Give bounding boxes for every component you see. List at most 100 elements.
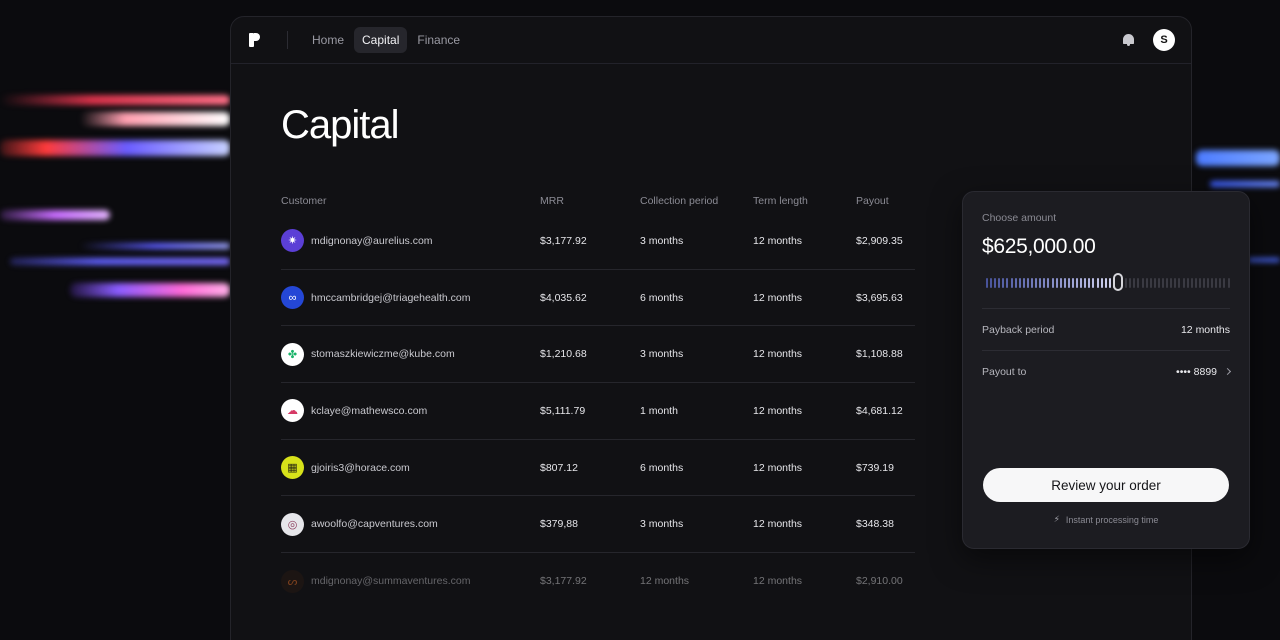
nav-item-capital[interactable]: Capital [354,27,408,53]
table-row[interactable]: ▦ gjoiris3@horace.com $807.12 6 months 1… [281,440,915,497]
slider-tick [994,278,997,288]
slider-tick [1170,278,1173,288]
customer-cell: ▦ gjoiris3@horace.com [281,456,540,480]
customer-cell: ∞ hmccambridgej@triagehealth.com [281,286,540,310]
light-streak [0,140,230,156]
top-navbar: Home Capital Finance S [231,17,1191,64]
slider-tick [1129,278,1132,288]
slider-tick [1153,278,1156,288]
slider-tick [1014,278,1017,288]
slider-tick [1108,278,1111,288]
chevron-right-icon[interactable] [1223,367,1232,376]
payback-period-value: 12 months [1180,323,1230,336]
amount-panel: Choose amount $625,000.00 Payback period… [962,191,1250,549]
customer-email: mdignonay@summaventures.com [311,575,471,588]
nav-item-finance[interactable]: Finance [409,27,468,53]
table-row[interactable]: ᔕ mdignonay@summaventures.com $3,177.92 … [281,553,915,610]
mrr-cell: $379,88 [540,518,578,531]
slider-tick [1182,278,1185,288]
customer-cell: ☁ kclaye@mathewsco.com [281,399,540,423]
table-row[interactable]: ◎ awoolfo@capventures.com $379,88 3 mont… [281,496,915,554]
table-body: ✷ mdignonay@aurelius.com $3,177.92 3 mon… [281,213,915,610]
slider-tick [1219,278,1222,288]
customer-email: mdignonay@aurelius.com [311,234,433,247]
payout-to-label: Payout to [982,365,1027,378]
slider-tick [1043,278,1046,288]
slider-track[interactable] [986,278,1230,288]
payout-cell: $3,695.63 [856,291,903,304]
customer-cell: ✤ stomaszkiewiczme@kube.com [281,342,540,366]
payback-period-row: Payback period 12 months [982,309,1230,350]
term-length-cell: 12 months [753,234,803,247]
slider-tick [990,278,993,288]
table-row[interactable]: ✤ stomaszkiewiczme@kube.com $1,210.68 3 … [281,326,915,384]
clover-icon: ✤ [281,342,304,366]
slider-tick [1133,278,1136,288]
avatar[interactable]: S [1153,29,1175,51]
table-row[interactable]: ✷ mdignonay@aurelius.com $3,177.92 3 mon… [281,213,915,270]
slider-tick [1006,278,1009,288]
payback-period-label: Payback period [982,323,1055,336]
light-streak [80,243,230,249]
light-streak [80,112,230,126]
slider-tick [1047,278,1050,288]
choose-amount-label: Choose amount [982,212,1057,224]
slider-tick [1080,278,1083,288]
light-streak [0,210,110,220]
slider-thumb[interactable] [1112,273,1123,291]
customer-email: awoolfo@capventures.com [311,518,438,531]
payout-to-row[interactable]: Payout to •••• 8899 [982,351,1232,392]
slider-tick [1174,278,1177,288]
page-title: Capital [281,103,400,147]
slider-tick [1084,278,1087,288]
nav-item-home[interactable]: Home [304,27,352,53]
bell-icon[interactable] [1122,33,1135,47]
amount-value: $625,000.00 [982,235,1096,258]
table-header: Customer MRR Collection period Term leng… [281,189,915,213]
slider-tick [1055,278,1058,288]
slider-tick [1063,278,1066,288]
column-header-collection-period: Collection period [640,195,719,207]
slider-tick [1178,278,1181,288]
slider-tick [1035,278,1038,288]
column-header-payout: Payout [856,195,889,207]
table-row[interactable]: ∞ hmccambridgej@triagehealth.com $4,035.… [281,270,915,327]
instant-processing-text: Instant processing time [1065,514,1159,525]
slider-tick [998,278,1001,288]
mrr-cell: $3,177.92 [540,575,587,588]
slider-tick [1018,278,1021,288]
term-length-cell: 12 months [753,461,803,474]
slider-tick [1125,278,1128,288]
amount-slider[interactable] [982,273,1230,293]
slider-tick [1010,278,1013,288]
mrr-cell: $1,210.68 [540,348,587,361]
slider-tick [1149,278,1152,288]
customer-email: stomaszkiewiczme@kube.com [311,348,455,361]
brand-logo-icon[interactable] [249,32,263,48]
light-streak [1210,181,1280,187]
slider-tick [1002,278,1005,288]
light-streak [1248,258,1280,262]
slider-tick [1039,278,1042,288]
column-header-customer: Customer [281,195,327,207]
slider-tick [1100,278,1103,288]
customer-cell: ✷ mdignonay@aurelius.com [281,229,540,253]
grid-icon: ▦ [281,456,304,480]
spiral-icon: ◎ [281,512,304,536]
light-streak [70,283,230,297]
payout-cell: $4,681.12 [856,404,903,417]
term-length-cell: 12 months [753,348,803,361]
slider-tick [1104,278,1107,288]
customer-table: Customer MRR Collection period Term leng… [281,189,915,610]
slider-tick [1022,278,1025,288]
flame-icon: ᔕ [281,569,304,593]
slider-tick [1059,278,1062,288]
collection-period-cell: 6 months [640,291,684,304]
slider-tick [1215,278,1218,288]
slider-tick [1166,278,1169,288]
collection-period-cell: 3 months [640,234,684,247]
review-order-button[interactable]: Review your order [983,468,1229,502]
customer-cell: ◎ awoolfo@capventures.com [281,512,540,536]
customer-email: gjoiris3@horace.com [311,461,410,474]
table-row[interactable]: ☁ kclaye@mathewsco.com $5,111.79 1 month… [281,383,915,440]
